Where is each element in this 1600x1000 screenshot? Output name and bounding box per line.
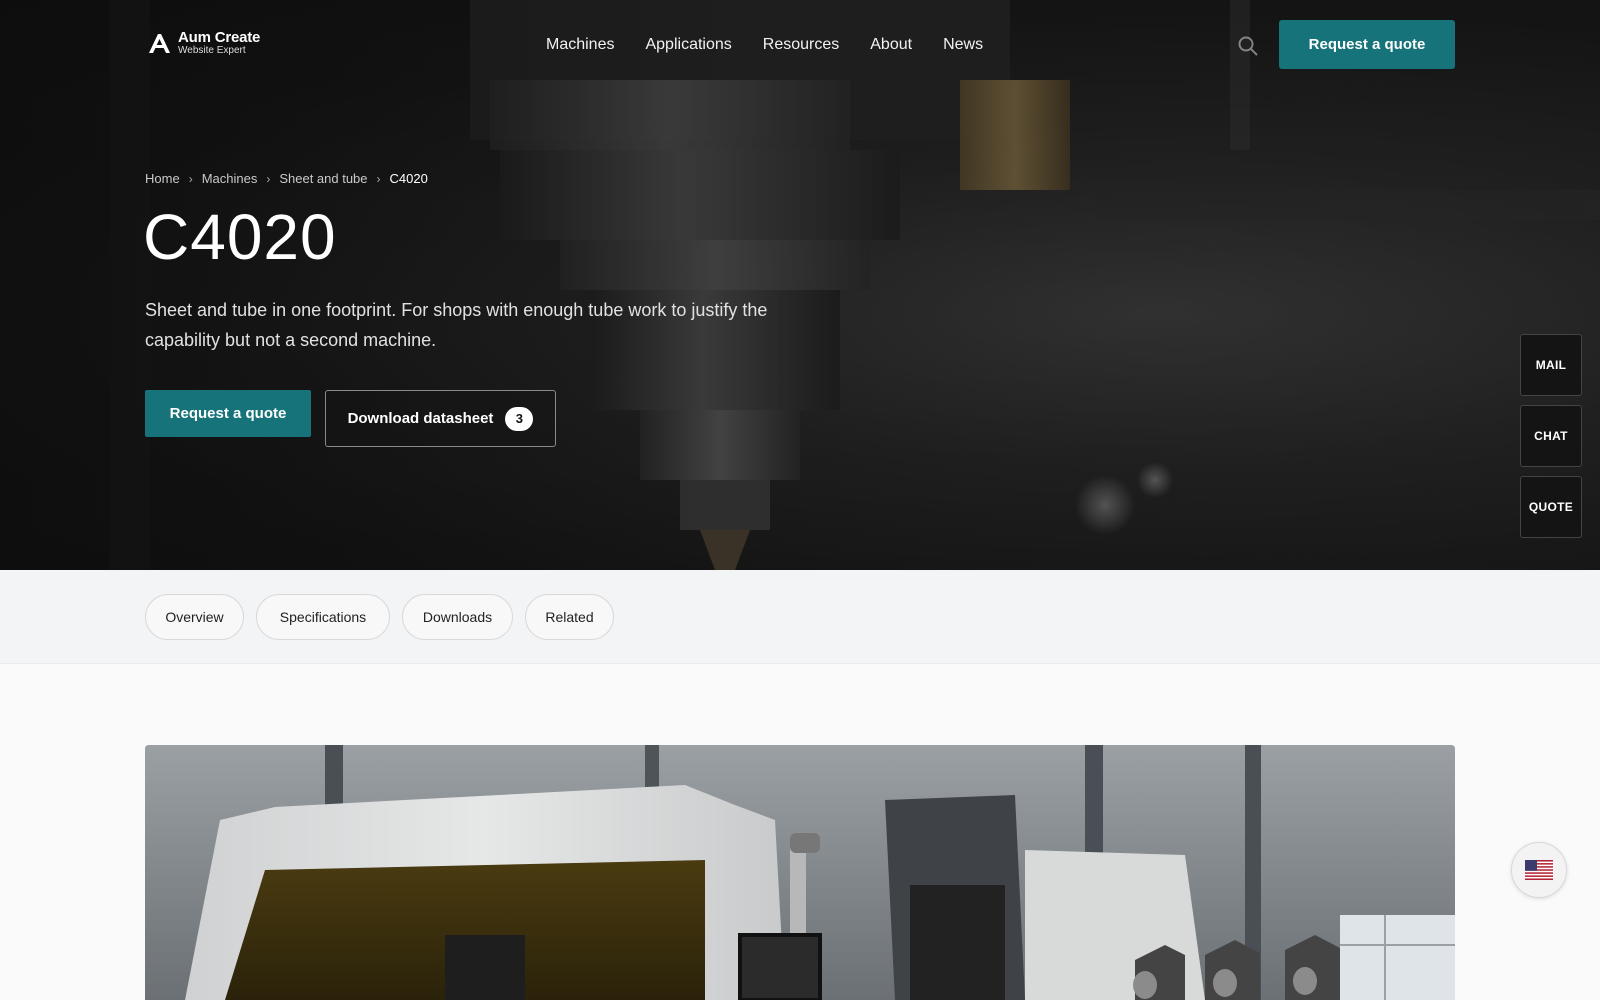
us-flag-icon — [1525, 860, 1553, 880]
logo-icon — [149, 34, 170, 53]
download-count-badge: 3 — [505, 406, 534, 431]
search-icon[interactable] — [1237, 35, 1259, 57]
breadcrumb-machines[interactable]: Machines — [202, 171, 258, 186]
page-title: C4020 — [143, 201, 337, 273]
side-quote-button[interactable]: QUOTE — [1520, 476, 1582, 538]
breadcrumb: Home › Machines › Sheet and tube › C4020 — [145, 171, 428, 186]
header-request-quote-button[interactable]: Request a quote — [1279, 20, 1455, 69]
side-mail-button[interactable]: MAIL — [1520, 334, 1582, 396]
page-lead: Sheet and tube in one footprint. For sho… — [145, 300, 768, 350]
product-photo — [145, 745, 1455, 1000]
tab-specifications[interactable]: Specifications — [256, 594, 390, 640]
breadcrumb-separator: › — [266, 171, 271, 186]
primary-nav: Machines Applications Resources About Ne… — [546, 36, 983, 54]
brand-tagline: Website Expert — [178, 45, 246, 56]
product-image — [145, 745, 1455, 1000]
top-navigation: Aum Create Website Expert Machines Appli… — [0, 0, 1600, 90]
brand-name: Aum Create — [178, 29, 261, 46]
logo-text: Aum Create Website Expert — [178, 30, 260, 56]
tab-overview[interactable]: Overview — [145, 594, 244, 640]
tab-downloads[interactable]: Downloads — [402, 594, 513, 640]
breadcrumb-sheet-and-tube[interactable]: Sheet and tube — [279, 171, 367, 186]
nav-item-news[interactable]: News — [943, 36, 983, 54]
download-datasheet-button[interactable]: Download datasheet 3 — [325, 390, 556, 447]
breadcrumb-separator: › — [376, 171, 381, 186]
nav-item-about[interactable]: About — [870, 36, 912, 54]
breadcrumb-separator: › — [188, 171, 193, 186]
section-tabs-bar: Overview Specifications Downloads Relate… — [0, 570, 1600, 664]
hero-request-quote-button[interactable]: Request a quote — [145, 390, 311, 437]
tab-related[interactable]: Related — [525, 594, 614, 640]
breadcrumb-current: C4020 — [389, 171, 428, 186]
language-selector-button[interactable] — [1511, 842, 1567, 898]
breadcrumb-home[interactable]: Home — [145, 171, 180, 186]
nav-item-resources[interactable]: Resources — [763, 36, 839, 54]
nav-item-applications[interactable]: Applications — [645, 36, 731, 54]
brand-logo[interactable]: Aum Create Website Expert — [146, 30, 260, 56]
download-datasheet-label: Download datasheet — [347, 410, 494, 427]
nav-item-machines[interactable]: Machines — [546, 36, 614, 54]
side-chat-button[interactable]: CHAT — [1520, 405, 1582, 467]
